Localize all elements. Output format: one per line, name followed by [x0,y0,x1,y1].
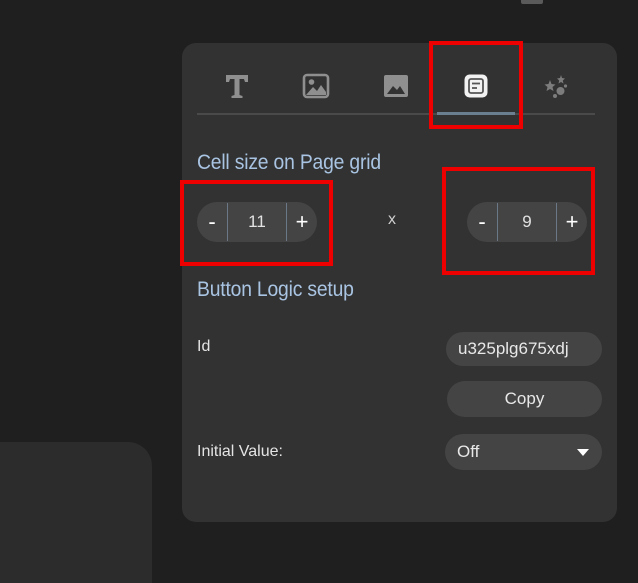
button-logic-icon [463,73,489,99]
cell-size-title: Cell size on Page grid [197,151,381,174]
image-icon [302,72,330,100]
cell-width-increment-button[interactable]: + [287,202,317,242]
app-canvas: Cell size on Page grid - 11 + x - 9 + Bu… [0,0,638,583]
cell-height-decrement-button[interactable]: - [467,202,497,242]
cell-width-value[interactable]: 11 [228,212,286,232]
cell-height-value[interactable]: 9 [498,212,556,232]
caret-down-icon [577,449,589,456]
tabs-divider [197,113,595,115]
tab-image[interactable] [276,61,356,111]
tab-picture[interactable] [356,61,436,111]
initial-value-select[interactable]: Off [445,434,602,470]
picture-icon [382,72,410,100]
cell-height-increment-button[interactable]: + [557,202,587,242]
tab-active-indicator [437,112,515,115]
panel-tabs [197,61,595,115]
properties-panel: Cell size on Page grid - 11 + x - 9 + Bu… [182,43,617,522]
initial-value-selected: Off [457,442,480,461]
id-field[interactable]: u325plg675xdj [446,332,602,366]
cell-width-decrement-button[interactable]: - [197,202,227,242]
tab-button-logic[interactable] [436,61,516,111]
tab-text[interactable] [197,61,277,111]
button-logic-title: Button Logic setup [197,278,354,301]
effects-icon [541,72,569,100]
tab-effects[interactable] [515,61,595,111]
copy-button[interactable]: Copy [447,381,602,417]
initial-value-label: Initial Value: [197,443,283,460]
cell-height-stepper[interactable]: - 9 + [467,202,587,242]
id-label: Id [197,338,211,355]
text-icon [223,72,251,100]
cell-size-separator: x [388,211,396,228]
top-handle[interactable] [521,0,543,4]
cell-width-stepper[interactable]: - 11 + [197,202,317,242]
background-card [0,442,152,583]
